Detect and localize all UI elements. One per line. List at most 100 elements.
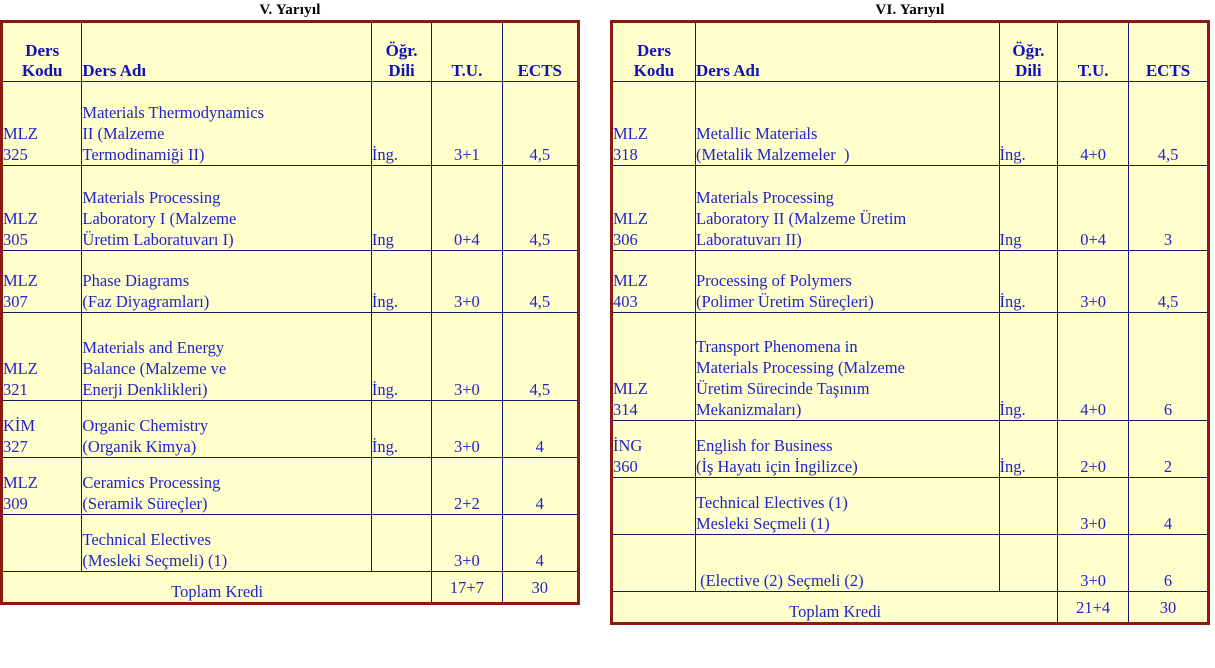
cell-language: İng. bbox=[998, 420, 1059, 478]
code-line-2: 325 bbox=[3, 145, 28, 164]
total-row: Toplam Kredi 17+7 30 bbox=[0, 571, 580, 604]
semester-block-vi: VI. Yarıyıl Ders Kodu Ders Adı Öğr. Dili… bbox=[610, 0, 1210, 625]
name-line-2: Materials Processing (Malzeme bbox=[695, 358, 905, 377]
cell-tu: 2+2 bbox=[431, 457, 503, 515]
cell-course-name: Transport Phenomena in Materials Process… bbox=[694, 312, 1000, 421]
cell-tu: 3+0 bbox=[1057, 477, 1130, 535]
cell-ects: 4 bbox=[1128, 477, 1209, 535]
cell-language bbox=[998, 534, 1059, 592]
name-line-2: (Polimer Üretim Süreçleri) bbox=[695, 292, 874, 311]
table-row: MLZ 309 Ceramics Processing (Seramik Sür… bbox=[0, 457, 580, 515]
code-line-2: 307 bbox=[3, 292, 28, 311]
header-line-2: Kodu bbox=[21, 61, 63, 80]
code-line-1: MLZ bbox=[3, 359, 38, 378]
code-line-1: KİM bbox=[3, 416, 36, 435]
cell-course-name: Phase Diagrams (Faz Diyagramları) bbox=[81, 250, 372, 313]
code-line-2: 403 bbox=[613, 292, 638, 311]
cell-language bbox=[998, 477, 1059, 535]
cell-ects: 6 bbox=[1128, 534, 1209, 592]
cell-language: İng. bbox=[998, 312, 1059, 421]
code-line-2: 360 bbox=[613, 457, 638, 476]
name-line-3: Laboratuvarı II) bbox=[695, 230, 802, 249]
code-line-2: 306 bbox=[613, 230, 638, 249]
header-line-1: Öğr. bbox=[385, 41, 418, 60]
cell-course-code: MLZ 318 bbox=[611, 81, 696, 166]
cell-language: İng. bbox=[998, 250, 1059, 313]
code-line-1: MLZ bbox=[613, 124, 648, 143]
table-row: MLZ 321 Materials and Energy Balance (Ma… bbox=[0, 312, 580, 401]
header-line-2: Dili bbox=[1015, 61, 1042, 80]
cell-course-code: MLZ 321 bbox=[0, 312, 83, 401]
column-header-ects: ECTS bbox=[1128, 21, 1209, 82]
name-line-1: Processing of Polymers bbox=[695, 271, 852, 290]
total-row: Toplam Kredi 21+4 30 bbox=[610, 591, 1209, 624]
name-line-1: Materials Processing bbox=[82, 188, 221, 207]
cell-tu: 3+0 bbox=[431, 312, 503, 401]
cell-course-code: MLZ 314 bbox=[611, 312, 696, 421]
cell-ects: 2 bbox=[1128, 420, 1209, 478]
table-row: MLZ 314 Transport Phenomena in Materials… bbox=[611, 312, 1209, 421]
name-line-3: Üretim Sürecinde Taşınım bbox=[695, 379, 870, 398]
name-line-2: (İş Hayatı için İngilizce) bbox=[695, 457, 858, 476]
table-header: Ders Kodu Ders Adı Öğr. Dili T.U. ECTS bbox=[611, 21, 1209, 82]
cell-tu: 4+0 bbox=[1057, 81, 1130, 166]
cell-ects: 4,5 bbox=[1128, 81, 1209, 166]
cell-language: Ing bbox=[370, 165, 433, 251]
cell-course-name: Materials and Energy Balance (Malzeme ve… bbox=[81, 312, 372, 401]
table-row: (Elective (2) Seçmeli (2) 3+0 6 bbox=[611, 534, 1209, 592]
name-line-2: Laboratory I (Malzeme bbox=[82, 209, 237, 228]
cell-course-code: İNG 360 bbox=[611, 420, 696, 478]
cell-language: İng. bbox=[998, 81, 1059, 166]
curriculum-page: V. Yarıyıl Ders Kodu Ders Adı Öğr. Dili … bbox=[0, 0, 1215, 668]
name-line-1: English for Business bbox=[695, 436, 833, 455]
code-line-1: MLZ bbox=[3, 209, 38, 228]
name-line-3: Termodinamiği II) bbox=[82, 145, 205, 164]
column-header-tu: T.U. bbox=[431, 21, 503, 82]
cell-language bbox=[370, 457, 433, 515]
cell-course-name: Materials Processing Laboratory I (Malze… bbox=[81, 165, 372, 251]
code-line-2: 305 bbox=[3, 230, 28, 249]
cell-course-code bbox=[0, 514, 83, 572]
table-row: MLZ 305 Materials Processing Laboratory … bbox=[0, 165, 580, 251]
code-line-1: MLZ bbox=[3, 271, 38, 290]
cell-ects: 3 bbox=[1128, 165, 1209, 251]
cell-course-name: English for Business (İş Hayatı için İng… bbox=[694, 420, 1000, 478]
code-line-1: MLZ bbox=[613, 379, 648, 398]
name-line-1: Metallic Materials bbox=[695, 124, 818, 143]
cell-course-code: MLZ 403 bbox=[611, 250, 696, 313]
semester-title: VI. Yarıyıl bbox=[875, 2, 945, 18]
column-header-language: Öğr. Dili bbox=[998, 21, 1059, 82]
cell-tu: 4+0 bbox=[1057, 312, 1130, 421]
cell-language: İng. bbox=[370, 312, 433, 401]
cell-course-name: (Elective (2) Seçmeli (2) bbox=[694, 534, 1000, 592]
name-line-2: Mesleki Seçmeli (1) bbox=[695, 514, 830, 533]
cell-ects: 4,5 bbox=[1128, 250, 1209, 313]
code-line-1: MLZ bbox=[613, 209, 648, 228]
cell-tu: 0+4 bbox=[1057, 165, 1130, 251]
table-row: MLZ 403 Processing of Polymers (Polimer … bbox=[611, 250, 1209, 313]
total-tu: 21+4 bbox=[1057, 591, 1130, 624]
name-line-1: Ceramics Processing bbox=[82, 473, 221, 492]
cell-ects: 4,5 bbox=[501, 165, 580, 251]
cell-tu: 3+0 bbox=[1057, 250, 1130, 313]
cell-language bbox=[370, 514, 433, 572]
cell-course-code: MLZ 325 bbox=[0, 81, 83, 166]
cell-ects: 4,5 bbox=[501, 312, 580, 401]
code-line-2: 314 bbox=[613, 400, 638, 419]
header-line-1: Ders bbox=[25, 41, 60, 60]
table-header: Ders Kodu Ders Adı Öğr. Dili T.U. ECTS bbox=[0, 21, 580, 82]
column-header-ects: ECTS bbox=[501, 21, 580, 82]
cell-course-name: Organic Chemistry (Organik Kimya) bbox=[81, 400, 372, 458]
cell-tu: 3+1 bbox=[431, 81, 503, 166]
table-row: İNG 360 English for Business (İş Hayatı … bbox=[611, 420, 1209, 478]
name-line-1: (Elective (2) Seçmeli (2) bbox=[695, 571, 864, 590]
code-line-1: İNG bbox=[613, 436, 643, 455]
name-line-2: (Seramik Süreçler) bbox=[82, 494, 208, 513]
name-line-1: Technical Electives bbox=[82, 530, 211, 549]
cell-ects: 4,5 bbox=[501, 250, 580, 313]
cell-course-code bbox=[611, 477, 696, 535]
curriculum-table-vi: Ders Kodu Ders Adı Öğr. Dili T.U. ECTS M… bbox=[610, 20, 1210, 625]
name-line-2: II (Malzeme bbox=[82, 124, 165, 143]
name-line-3: Üretim Laboratuvarı I) bbox=[82, 230, 234, 249]
cell-course-code: MLZ 307 bbox=[0, 250, 83, 313]
